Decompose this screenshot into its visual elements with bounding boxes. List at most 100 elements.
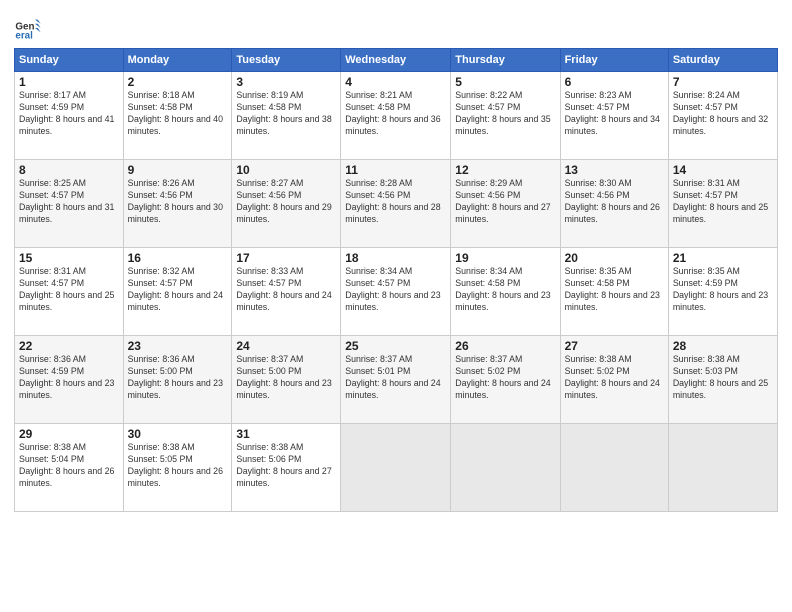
- day-header-tuesday: Tuesday: [232, 49, 341, 72]
- day-info: Sunrise: 8:31 AM Sunset: 4:57 PM Dayligh…: [19, 266, 119, 314]
- calendar-table: SundayMondayTuesdayWednesdayThursdayFrid…: [14, 48, 778, 512]
- day-info: Sunrise: 8:35 AM Sunset: 4:59 PM Dayligh…: [673, 266, 773, 314]
- day-info: Sunrise: 8:36 AM Sunset: 4:59 PM Dayligh…: [19, 354, 119, 402]
- calendar-cell: 10 Sunrise: 8:27 AM Sunset: 4:56 PM Dayl…: [232, 160, 341, 248]
- day-number: 21: [673, 251, 773, 265]
- day-number: 15: [19, 251, 119, 265]
- day-info: Sunrise: 8:37 AM Sunset: 5:01 PM Dayligh…: [345, 354, 446, 402]
- day-number: 20: [565, 251, 664, 265]
- day-info: Sunrise: 8:38 AM Sunset: 5:06 PM Dayligh…: [236, 442, 336, 490]
- day-header-wednesday: Wednesday: [341, 49, 451, 72]
- day-info: Sunrise: 8:21 AM Sunset: 4:58 PM Dayligh…: [345, 90, 446, 138]
- calendar-cell: 12 Sunrise: 8:29 AM Sunset: 4:56 PM Dayl…: [451, 160, 560, 248]
- calendar-cell: [341, 424, 451, 512]
- calendar-cell: 25 Sunrise: 8:37 AM Sunset: 5:01 PM Dayl…: [341, 336, 451, 424]
- day-number: 25: [345, 339, 446, 353]
- calendar-cell: [451, 424, 560, 512]
- calendar-cell: 19 Sunrise: 8:34 AM Sunset: 4:58 PM Dayl…: [451, 248, 560, 336]
- day-number: 27: [565, 339, 664, 353]
- day-number: 1: [19, 75, 119, 89]
- day-info: Sunrise: 8:38 AM Sunset: 5:05 PM Dayligh…: [128, 442, 228, 490]
- day-header-monday: Monday: [123, 49, 232, 72]
- day-header-friday: Friday: [560, 49, 668, 72]
- calendar-cell: 26 Sunrise: 8:37 AM Sunset: 5:02 PM Dayl…: [451, 336, 560, 424]
- calendar-cell: 30 Sunrise: 8:38 AM Sunset: 5:05 PM Dayl…: [123, 424, 232, 512]
- day-info: Sunrise: 8:27 AM Sunset: 4:56 PM Dayligh…: [236, 178, 336, 226]
- day-number: 18: [345, 251, 446, 265]
- day-number: 23: [128, 339, 228, 353]
- day-number: 22: [19, 339, 119, 353]
- calendar-cell: 17 Sunrise: 8:33 AM Sunset: 4:57 PM Dayl…: [232, 248, 341, 336]
- day-number: 9: [128, 163, 228, 177]
- day-number: 29: [19, 427, 119, 441]
- calendar-cell: 16 Sunrise: 8:32 AM Sunset: 4:57 PM Dayl…: [123, 248, 232, 336]
- calendar-cell: 28 Sunrise: 8:38 AM Sunset: 5:03 PM Dayl…: [668, 336, 777, 424]
- day-number: 19: [455, 251, 555, 265]
- calendar-cell: 11 Sunrise: 8:28 AM Sunset: 4:56 PM Dayl…: [341, 160, 451, 248]
- day-number: 3: [236, 75, 336, 89]
- calendar-cell: 20 Sunrise: 8:35 AM Sunset: 4:58 PM Dayl…: [560, 248, 668, 336]
- day-number: 14: [673, 163, 773, 177]
- day-number: 8: [19, 163, 119, 177]
- day-info: Sunrise: 8:33 AM Sunset: 4:57 PM Dayligh…: [236, 266, 336, 314]
- day-info: Sunrise: 8:28 AM Sunset: 4:56 PM Dayligh…: [345, 178, 446, 226]
- day-number: 12: [455, 163, 555, 177]
- calendar-cell: 4 Sunrise: 8:21 AM Sunset: 4:58 PM Dayli…: [341, 72, 451, 160]
- calendar-cell: 24 Sunrise: 8:37 AM Sunset: 5:00 PM Dayl…: [232, 336, 341, 424]
- svg-text:eral: eral: [15, 31, 33, 42]
- day-info: Sunrise: 8:26 AM Sunset: 4:56 PM Dayligh…: [128, 178, 228, 226]
- day-number: 7: [673, 75, 773, 89]
- page-container: Gen eral SundayMondayTuesdayWednesdayThu…: [0, 0, 792, 522]
- day-number: 16: [128, 251, 228, 265]
- day-info: Sunrise: 8:24 AM Sunset: 4:57 PM Dayligh…: [673, 90, 773, 138]
- day-info: Sunrise: 8:18 AM Sunset: 4:58 PM Dayligh…: [128, 90, 228, 138]
- day-info: Sunrise: 8:38 AM Sunset: 5:02 PM Dayligh…: [565, 354, 664, 402]
- calendar-cell: 29 Sunrise: 8:38 AM Sunset: 5:04 PM Dayl…: [15, 424, 124, 512]
- day-info: Sunrise: 8:31 AM Sunset: 4:57 PM Dayligh…: [673, 178, 773, 226]
- calendar-cell: [668, 424, 777, 512]
- day-info: Sunrise: 8:29 AM Sunset: 4:56 PM Dayligh…: [455, 178, 555, 226]
- day-info: Sunrise: 8:35 AM Sunset: 4:58 PM Dayligh…: [565, 266, 664, 314]
- day-number: 5: [455, 75, 555, 89]
- calendar-cell: 27 Sunrise: 8:38 AM Sunset: 5:02 PM Dayl…: [560, 336, 668, 424]
- day-number: 24: [236, 339, 336, 353]
- calendar-cell: 6 Sunrise: 8:23 AM Sunset: 4:57 PM Dayli…: [560, 72, 668, 160]
- calendar-cell: 1 Sunrise: 8:17 AM Sunset: 4:59 PM Dayli…: [15, 72, 124, 160]
- calendar-cell: 23 Sunrise: 8:36 AM Sunset: 5:00 PM Dayl…: [123, 336, 232, 424]
- day-header-saturday: Saturday: [668, 49, 777, 72]
- day-info: Sunrise: 8:34 AM Sunset: 4:58 PM Dayligh…: [455, 266, 555, 314]
- day-number: 30: [128, 427, 228, 441]
- day-number: 4: [345, 75, 446, 89]
- calendar-cell: 18 Sunrise: 8:34 AM Sunset: 4:57 PM Dayl…: [341, 248, 451, 336]
- day-info: Sunrise: 8:32 AM Sunset: 4:57 PM Dayligh…: [128, 266, 228, 314]
- calendar-cell: 31 Sunrise: 8:38 AM Sunset: 5:06 PM Dayl…: [232, 424, 341, 512]
- calendar-cell: 8 Sunrise: 8:25 AM Sunset: 4:57 PM Dayli…: [15, 160, 124, 248]
- logo: Gen eral: [14, 14, 44, 42]
- day-info: Sunrise: 8:36 AM Sunset: 5:00 PM Dayligh…: [128, 354, 228, 402]
- day-info: Sunrise: 8:19 AM Sunset: 4:58 PM Dayligh…: [236, 90, 336, 138]
- calendar-cell: [560, 424, 668, 512]
- day-number: 10: [236, 163, 336, 177]
- calendar-cell: 22 Sunrise: 8:36 AM Sunset: 4:59 PM Dayl…: [15, 336, 124, 424]
- day-number: 31: [236, 427, 336, 441]
- calendar-cell: 7 Sunrise: 8:24 AM Sunset: 4:57 PM Dayli…: [668, 72, 777, 160]
- calendar-cell: 15 Sunrise: 8:31 AM Sunset: 4:57 PM Dayl…: [15, 248, 124, 336]
- day-info: Sunrise: 8:38 AM Sunset: 5:03 PM Dayligh…: [673, 354, 773, 402]
- calendar-cell: 2 Sunrise: 8:18 AM Sunset: 4:58 PM Dayli…: [123, 72, 232, 160]
- day-number: 2: [128, 75, 228, 89]
- calendar-cell: 21 Sunrise: 8:35 AM Sunset: 4:59 PM Dayl…: [668, 248, 777, 336]
- header: Gen eral: [14, 10, 778, 42]
- calendar-cell: 9 Sunrise: 8:26 AM Sunset: 4:56 PM Dayli…: [123, 160, 232, 248]
- day-number: 11: [345, 163, 446, 177]
- day-info: Sunrise: 8:25 AM Sunset: 4:57 PM Dayligh…: [19, 178, 119, 226]
- day-info: Sunrise: 8:37 AM Sunset: 5:02 PM Dayligh…: [455, 354, 555, 402]
- day-header-thursday: Thursday: [451, 49, 560, 72]
- calendar-cell: 13 Sunrise: 8:30 AM Sunset: 4:56 PM Dayl…: [560, 160, 668, 248]
- day-info: Sunrise: 8:38 AM Sunset: 5:04 PM Dayligh…: [19, 442, 119, 490]
- day-info: Sunrise: 8:22 AM Sunset: 4:57 PM Dayligh…: [455, 90, 555, 138]
- calendar-cell: 14 Sunrise: 8:31 AM Sunset: 4:57 PM Dayl…: [668, 160, 777, 248]
- day-info: Sunrise: 8:30 AM Sunset: 4:56 PM Dayligh…: [565, 178, 664, 226]
- calendar-cell: 3 Sunrise: 8:19 AM Sunset: 4:58 PM Dayli…: [232, 72, 341, 160]
- day-number: 17: [236, 251, 336, 265]
- day-info: Sunrise: 8:23 AM Sunset: 4:57 PM Dayligh…: [565, 90, 664, 138]
